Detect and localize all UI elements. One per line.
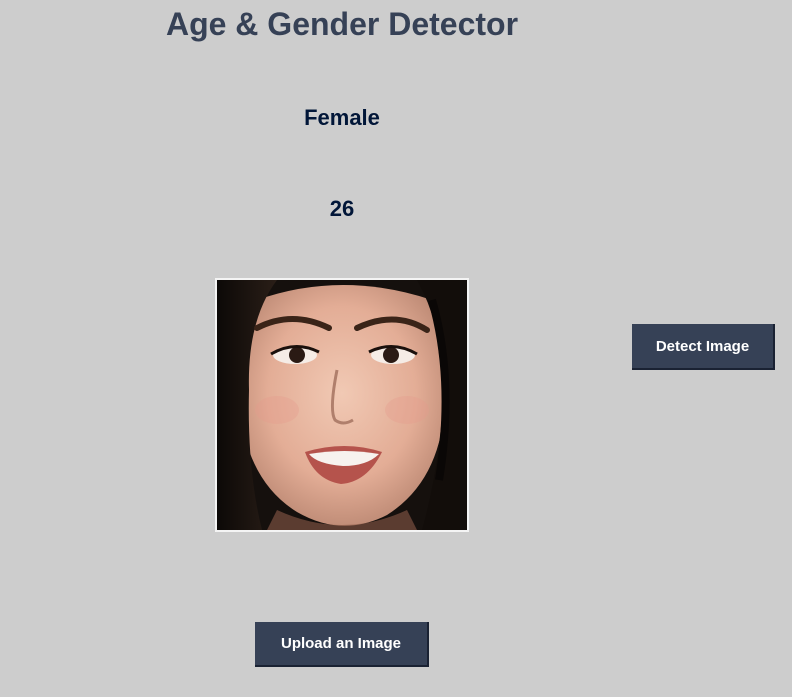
upload-image-button[interactable]: Upload an Image [255,622,429,667]
uploaded-face-image [215,278,469,532]
age-result: 26 [329,196,355,221]
app-title: Age & Gender Detector [165,6,519,42]
gender-result: Female [304,105,380,130]
detect-image-button[interactable]: Detect Image [632,324,775,370]
face-photo-illustration [217,280,467,530]
